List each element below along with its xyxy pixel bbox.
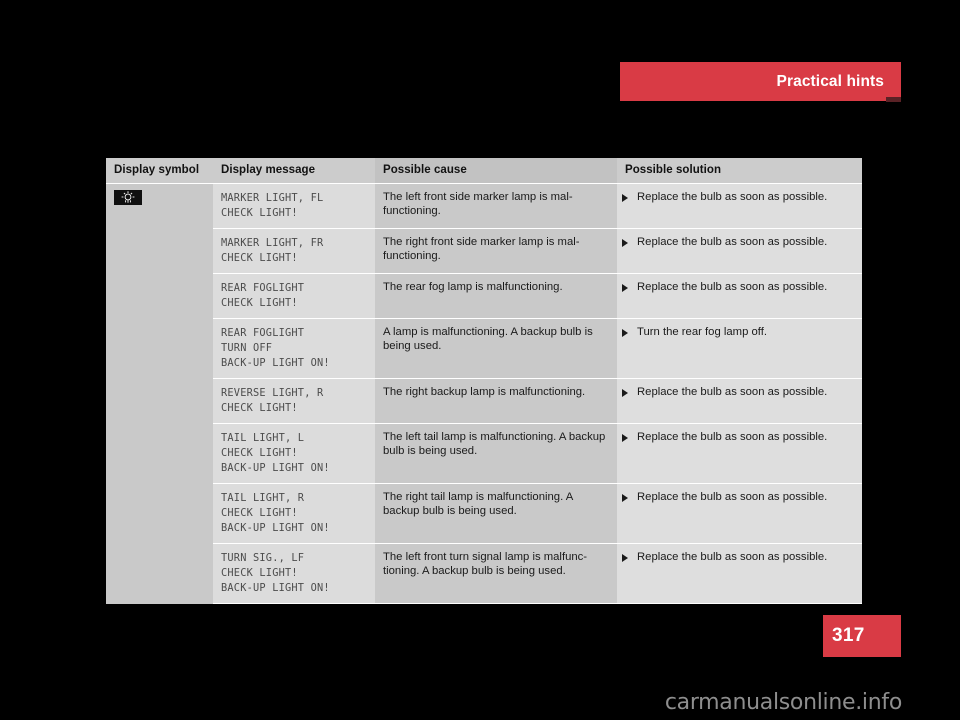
solution-item: Replace the bulb as soon as possible. <box>622 490 854 504</box>
solution-item: Replace the bulb as soon as possible. <box>622 550 854 564</box>
solution-text: Replace the bulb as soon as possible. <box>637 491 828 503</box>
cell-possible-cause: The rear fog lamp is malfunctioning. <box>375 273 617 319</box>
cell-display-message: REAR FOGLIGHT TURN OFF BACK-UP LIGHT ON! <box>213 318 375 379</box>
chapter-header-bar: Practical hints <box>620 62 901 101</box>
solution-text: Replace the bulb as soon as possible. <box>637 431 828 443</box>
chapter-title: Practical hints <box>776 72 884 90</box>
cell-display-message: REAR FOGLIGHT CHECK LIGHT! <box>213 273 375 319</box>
cell-possible-solution: Replace the bulb as soon as possible. <box>617 273 862 319</box>
triangle-right-icon <box>622 433 628 442</box>
cell-possible-cause: The right backup lamp is malfunctioning. <box>375 378 617 424</box>
cell-display-symbol <box>106 273 213 319</box>
table-row: REAR FOGLIGHT TURN OFF BACK-UP LIGHT ON!… <box>106 318 862 379</box>
page-number: 317 <box>832 625 865 646</box>
triangle-right-icon <box>622 238 628 247</box>
cell-possible-solution: Replace the bulb as soon as possible. <box>617 423 862 484</box>
table-row: REVERSE LIGHT, R CHECK LIGHT! The right b… <box>106 378 862 424</box>
solution-text: Replace the bulb as soon as possible. <box>637 551 828 563</box>
cell-possible-solution: Replace the bulb as soon as possible. <box>617 483 862 544</box>
cell-display-message: TAIL LIGHT, R CHECK LIGHT! BACK-UP LIGHT… <box>213 483 375 544</box>
chapter-header-shadow <box>886 97 901 102</box>
table-row: TAIL LIGHT, L CHECK LIGHT! BACK-UP LIGHT… <box>106 423 862 484</box>
cell-display-symbol <box>106 183 213 229</box>
column-header-possible-cause: Possible cause <box>375 158 617 184</box>
table-row: TURN SIG., LF CHECK LIGHT! BACK-UP LIGHT… <box>106 543 862 604</box>
table-row: REAR FOGLIGHT CHECK LIGHT! The rear fog l… <box>106 273 862 319</box>
column-header-display-symbol: Display symbol <box>106 158 213 184</box>
cell-display-message: TURN SIG., LF CHECK LIGHT! BACK-UP LIGHT… <box>213 543 375 604</box>
solution-text: Replace the bulb as soon as possible. <box>637 191 828 203</box>
cell-possible-cause: The right front side marker lamp is mal-… <box>375 228 617 274</box>
cell-display-symbol <box>106 543 213 604</box>
lamp-bulb-indicator-icon <box>114 190 142 205</box>
solution-item: Replace the bulb as soon as possible. <box>622 385 854 399</box>
cell-display-symbol <box>106 318 213 379</box>
triangle-right-icon <box>622 193 628 202</box>
table-row: TAIL LIGHT, R CHECK LIGHT! BACK-UP LIGHT… <box>106 483 862 544</box>
cell-possible-cause: The left tail lamp is malfunctioning. A … <box>375 423 617 484</box>
cell-possible-cause: The right tail lamp is malfunctioning. A… <box>375 483 617 544</box>
cell-possible-solution: Replace the bulb as soon as possible. <box>617 228 862 274</box>
cell-display-symbol <box>106 483 213 544</box>
solution-text: Replace the bulb as soon as possible. <box>637 281 828 293</box>
symbol-wrapper <box>106 184 213 205</box>
cell-possible-solution: Replace the bulb as soon as possible. <box>617 543 862 604</box>
triangle-right-icon <box>622 553 628 562</box>
cell-display-symbol <box>106 228 213 274</box>
table-row: MARKER LIGHT, FL CHECK LIGHT! The left fr… <box>106 183 862 229</box>
cell-possible-solution: Turn the rear fog lamp off. <box>617 318 862 379</box>
cell-display-symbol <box>106 378 213 424</box>
cell-possible-cause: The left front turn signal lamp is malfu… <box>375 543 617 604</box>
solution-item: Replace the bulb as soon as possible. <box>622 190 854 204</box>
solution-item: Replace the bulb as soon as possible. <box>622 430 854 444</box>
warning-messages-table: Display symbol Display message Possible … <box>106 158 862 604</box>
table-header-row: Display symbol Display message Possible … <box>106 158 862 184</box>
solution-text: Turn the rear fog lamp off. <box>637 326 767 338</box>
manual-page: Practical hints Display symbol Display m… <box>0 0 960 720</box>
page-number-badge: 317 <box>823 615 901 657</box>
solution-item: Turn the rear fog lamp off. <box>622 325 854 339</box>
column-header-possible-solution: Possible solution <box>617 158 862 184</box>
cell-display-message: MARKER LIGHT, FL CHECK LIGHT! <box>213 183 375 229</box>
triangle-right-icon <box>622 328 628 337</box>
solution-item: Replace the bulb as soon as possible. <box>622 235 854 249</box>
solution-text: Replace the bulb as soon as possible. <box>637 236 828 248</box>
table-body: MARKER LIGHT, FL CHECK LIGHT! The left fr… <box>106 183 862 604</box>
cell-possible-solution: Replace the bulb as soon as possible. <box>617 183 862 229</box>
triangle-right-icon <box>622 388 628 397</box>
cell-display-message: MARKER LIGHT, FR CHECK LIGHT! <box>213 228 375 274</box>
column-header-display-message: Display message <box>213 158 375 184</box>
cell-possible-cause: The left front side marker lamp is mal-f… <box>375 183 617 229</box>
table-row: MARKER LIGHT, FR CHECK LIGHT! The right f… <box>106 228 862 274</box>
triangle-right-icon <box>622 493 628 502</box>
cell-display-message: TAIL LIGHT, L CHECK LIGHT! BACK-UP LIGHT… <box>213 423 375 484</box>
triangle-right-icon <box>622 283 628 292</box>
solution-text: Replace the bulb as soon as possible. <box>637 386 828 398</box>
site-watermark: carmanualsonline.info <box>664 690 902 715</box>
cell-display-symbol <box>106 423 213 484</box>
solution-item: Replace the bulb as soon as possible. <box>622 280 854 294</box>
cell-possible-cause: A lamp is malfunctioning. A backup bulb … <box>375 318 617 379</box>
cell-possible-solution: Replace the bulb as soon as possible. <box>617 378 862 424</box>
cell-display-message: REVERSE LIGHT, R CHECK LIGHT! <box>213 378 375 424</box>
